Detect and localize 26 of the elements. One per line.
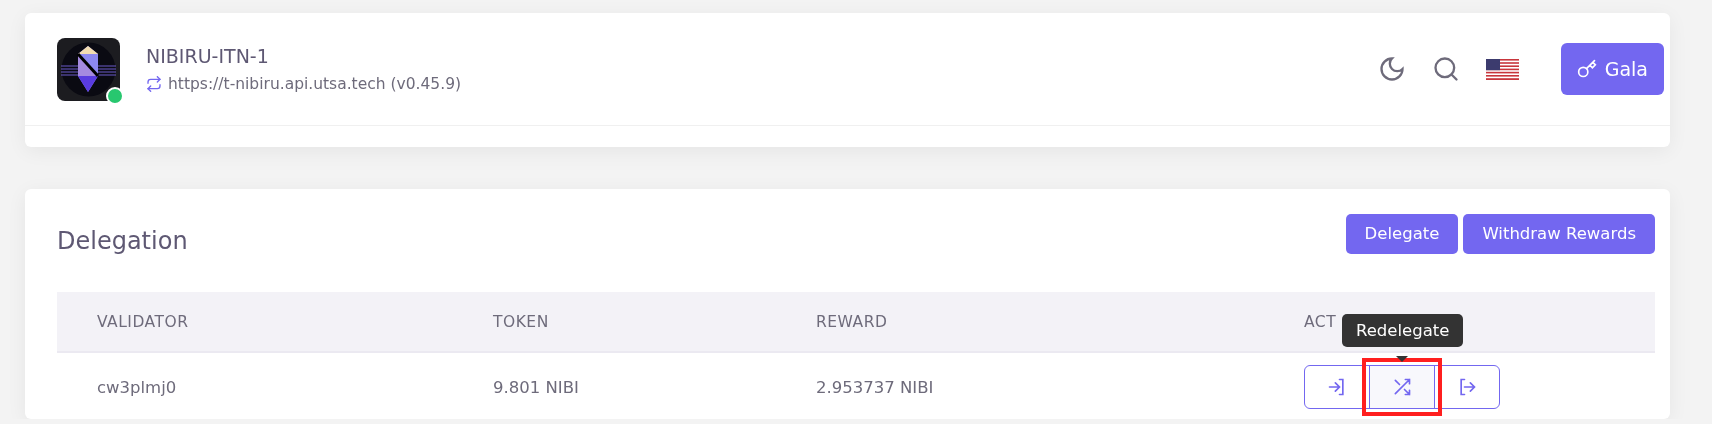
table-cell: cw3plmj0 [97, 377, 177, 397]
column-header: VALIDATOR [97, 312, 189, 331]
shuffle-icon [1392, 377, 1412, 397]
moon-icon[interactable] [1377, 55, 1406, 83]
column-header: REWARD [816, 312, 888, 331]
login-icon [1327, 377, 1347, 397]
logo-drawing [57, 37, 120, 101]
card-title: Delegation [57, 226, 188, 255]
endpoint-url: https://t-nibiru.api.utsa.tech (v0.45.9) [168, 75, 462, 93]
sync-icon [146, 76, 162, 92]
unbond-button[interactable] [1434, 365, 1500, 409]
search-icon[interactable] [1431, 55, 1460, 83]
logout-icon [1457, 377, 1477, 397]
action-button[interactable]: Withdraw Rewards [1463, 213, 1655, 254]
table-cell: 2.953737 NIBI [816, 377, 934, 397]
flag-icon[interactable] [1485, 58, 1519, 80]
column-header: TOKEN [493, 312, 549, 331]
column-header: ACT [1304, 312, 1337, 331]
table-cell: 9.801 NIBI [493, 377, 579, 397]
action-button[interactable]: Delegate [1345, 213, 1459, 254]
tooltip: Redelegate [1342, 314, 1464, 347]
key-icon [1576, 59, 1597, 79]
wallet-button[interactable]: Gala [1560, 43, 1664, 95]
delegate-button[interactable] [1304, 365, 1370, 409]
chain-name: NIBIRU-ITN-1 [146, 45, 270, 67]
tooltip-pointer [1396, 356, 1408, 362]
